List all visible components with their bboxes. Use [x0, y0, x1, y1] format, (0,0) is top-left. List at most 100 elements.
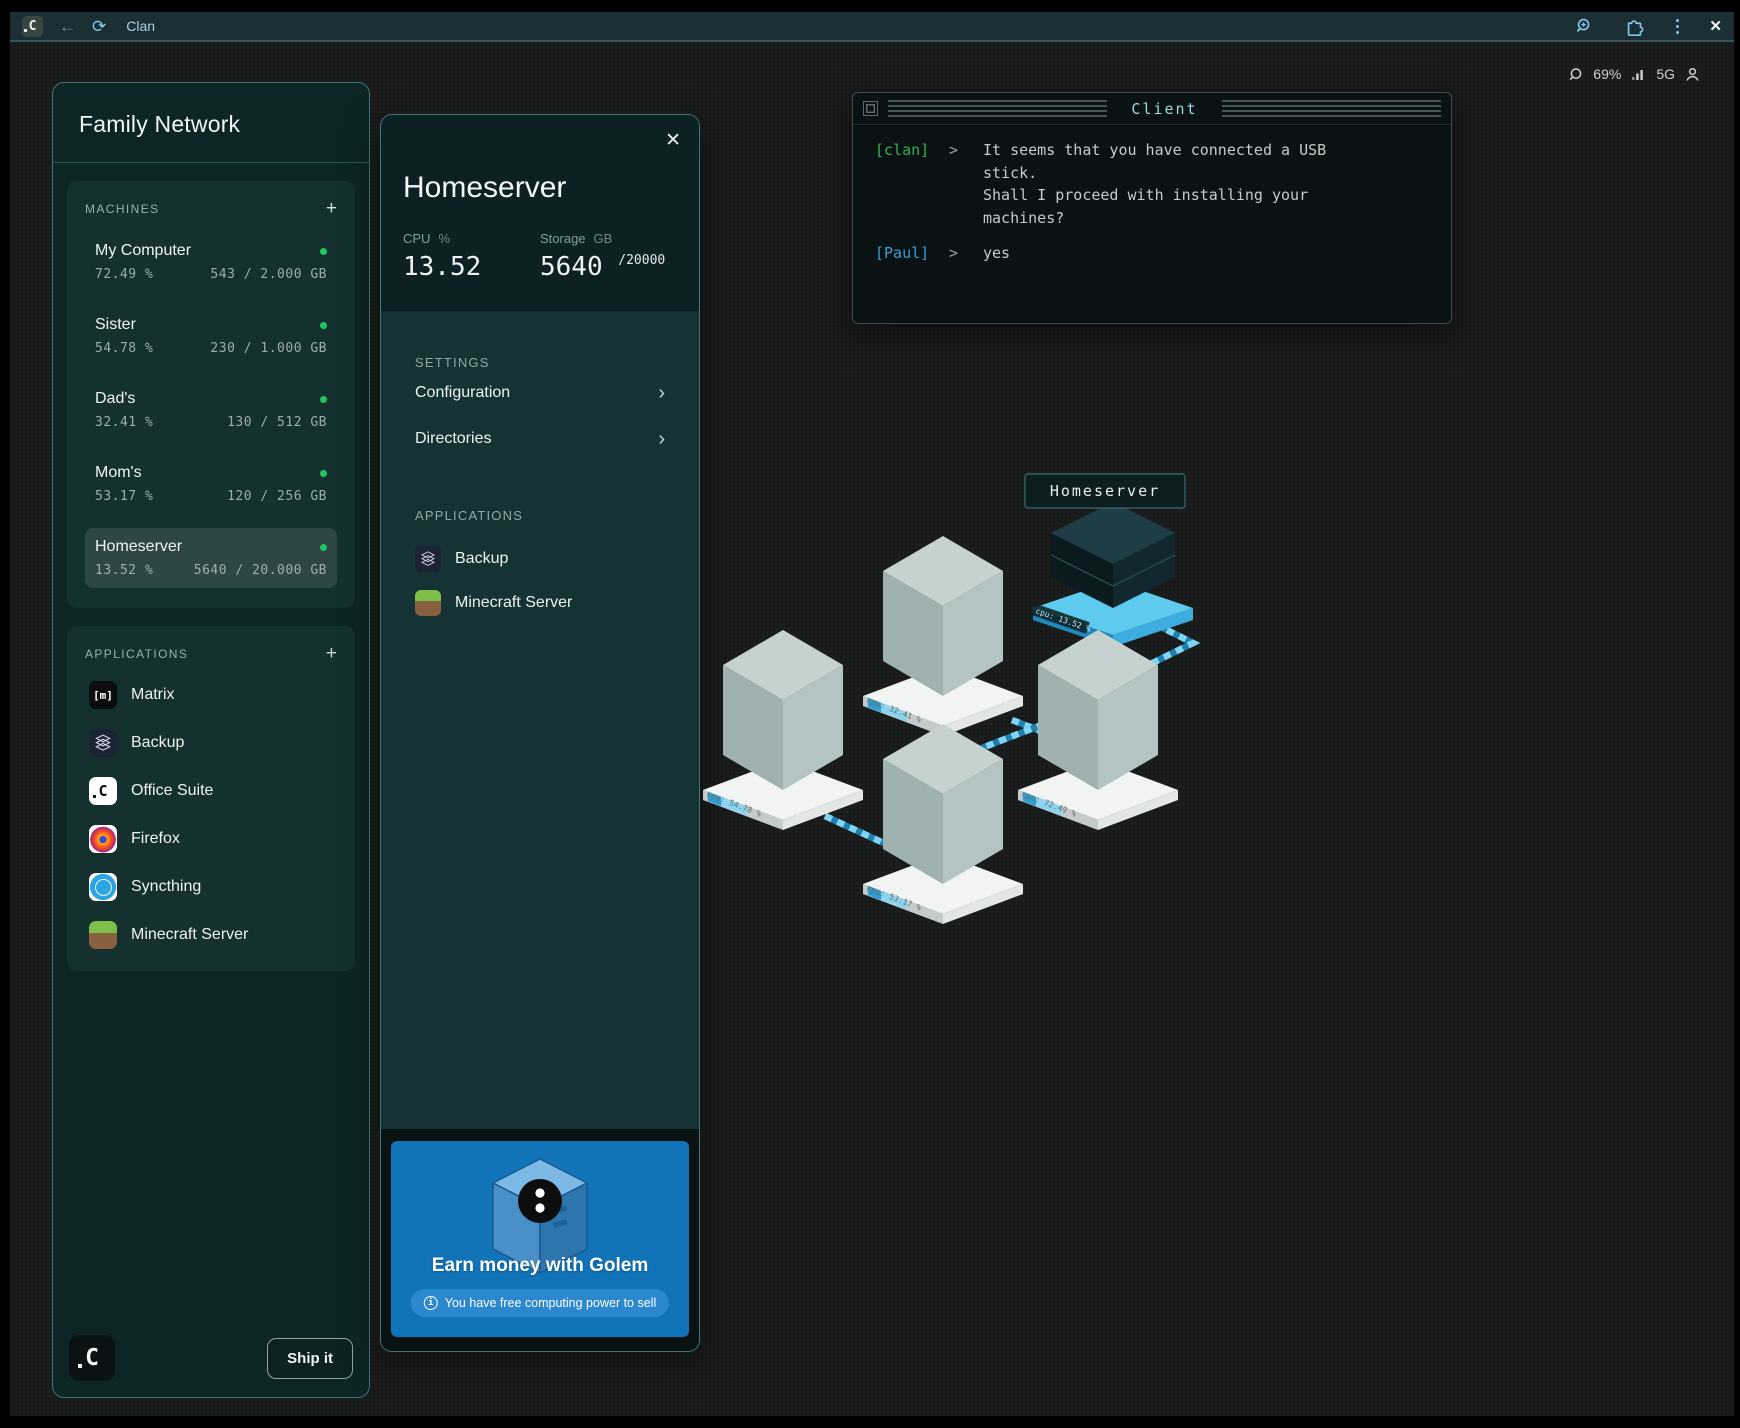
matrix-icon: [m] — [89, 681, 117, 709]
backup-icon — [89, 729, 117, 757]
app-item-minecraft-server[interactable]: Minecraft Server — [85, 919, 337, 951]
machine-storage: 130 / 512 GB — [227, 415, 327, 430]
ad-badge[interactable]: i You have free computing power to sell — [411, 1289, 669, 1317]
machine-cpu: 53.17 % — [95, 489, 153, 504]
back-icon[interactable]: ← — [59, 18, 76, 35]
chevron-right-icon: › — [658, 429, 665, 449]
diagram-node-homeserver[interactable]: cpu: 13.52 % — [1031, 502, 1193, 647]
cpu-unit: % — [438, 231, 450, 246]
terminal-content: [clan] > It seems that you have connecte… — [853, 125, 1451, 292]
detail-applications-header: APPLICATIONS — [415, 508, 665, 523]
backup-icon — [415, 546, 441, 572]
info-icon: i — [424, 1296, 438, 1310]
terminal-message: [Paul] > yes — [875, 242, 1429, 265]
machine-storage: 5640 / 20.000 GB — [194, 563, 327, 578]
homeserver-tooltip: Homeserver — [1025, 474, 1185, 508]
machines-card: MACHINES + My Computer 72.49 %543 / 2.00… — [67, 181, 355, 608]
minecraft-icon — [415, 590, 441, 616]
close-panel-icon[interactable]: ✕ — [665, 129, 681, 152]
app-item-office-suite[interactable]: C Office Suite — [85, 775, 337, 807]
divider — [53, 162, 369, 163]
detail-body: SETTINGS Configuration › Directories › — [381, 310, 699, 1351]
app-label: Backup — [131, 734, 184, 752]
machine-item-moms[interactable]: Mom's 53.17 %120 / 256 GB — [85, 454, 337, 514]
settings-item-configuration[interactable]: Configuration › — [415, 370, 665, 416]
machines-header: MACHINES — [85, 202, 160, 216]
tooltip-label: Homeserver — [1050, 482, 1160, 500]
panel-title: Family Network — [53, 83, 369, 162]
machine-item-dads[interactable]: Dad's 32.41 % 130 / 512 GB — [85, 380, 337, 440]
homeserver-detail-panel: ✕ Homeserver CPU% 13.52 StorageGB 5640 /… — [380, 114, 700, 1352]
machine-name: My Computer — [95, 242, 191, 260]
speaker-clan: [clan] — [875, 139, 937, 229]
client-terminal-window: Client [clan] > It seems that you have c… — [852, 92, 1452, 324]
browser-toolbar: C ← ⟳ Clan ✕ — [10, 12, 1734, 40]
machine-name: Sister — [95, 316, 136, 334]
app-item-backup[interactable]: Backup — [85, 727, 337, 759]
zoom-icon[interactable] — [1575, 17, 1594, 36]
network-diagram: cpu: 13.52 % cpu: 32.41 % — [690, 472, 1250, 972]
clan-logo: C — [69, 1335, 115, 1381]
battery-percent: 69% — [1593, 66, 1621, 82]
ad-container: Earn money with Golem i You have free co… — [381, 1129, 699, 1351]
refresh-icon[interactable]: ⟳ — [92, 18, 106, 35]
machine-name: Mom's — [95, 464, 142, 482]
applications-card: APPLICATIONS + [m] Matrix Backup — [67, 626, 355, 971]
machine-name: Dad's — [95, 390, 135, 408]
online-status-dot — [320, 544, 327, 551]
online-status-dot — [320, 470, 327, 477]
close-window-icon[interactable]: ✕ — [1709, 17, 1722, 35]
diagram-node-moms[interactable]: cpu: 53.17 % — [863, 724, 1023, 924]
firefox-icon — [89, 825, 117, 853]
online-status-dot — [320, 322, 327, 329]
add-machine-button[interactable]: + — [326, 199, 337, 218]
status-indicators: 69% 5G — [1568, 66, 1700, 82]
diagram-node-dads[interactable]: cpu: 32.41 % — [863, 536, 1023, 736]
menu-icon[interactable] — [1676, 19, 1679, 34]
machine-item-sister[interactable]: Sister 54.78 %230 / 1.000 GB — [85, 306, 337, 366]
cpu-label: CPU — [403, 231, 430, 246]
terminal-title: Client — [1117, 100, 1211, 118]
sidebar-footer: C Ship it — [53, 1319, 369, 1397]
battery-icon — [1568, 67, 1583, 82]
speaker-paul: [Paul] — [875, 242, 937, 265]
user-icon — [1685, 67, 1700, 82]
signal-bars-icon — [1631, 67, 1646, 81]
diagram-node-sister[interactable]: cpu: 54.78 % — [703, 630, 863, 830]
detail-header: ✕ Homeserver CPU% 13.52 StorageGB 5640 /… — [381, 115, 699, 310]
app-label: Office Suite — [131, 782, 213, 800]
app-item-syncthing[interactable]: Syncthing — [85, 871, 337, 903]
app-label: Firefox — [131, 830, 180, 848]
app-item-firefox[interactable]: Firefox — [85, 823, 337, 855]
minecraft-icon — [89, 921, 117, 949]
extensions-icon[interactable] — [1624, 15, 1646, 37]
detail-app-backup[interactable]: Backup — [415, 537, 665, 581]
settings-header: SETTINGS — [415, 355, 665, 370]
settings-item-directories[interactable]: Directories › — [415, 416, 665, 462]
titlebar-stripes — [1222, 100, 1441, 117]
detail-app-minecraft-server[interactable]: Minecraft Server — [415, 581, 665, 625]
syncthing-icon — [89, 873, 117, 901]
machine-item-my-computer[interactable]: My Computer 72.49 %543 / 2.000 GB — [85, 232, 337, 292]
machine-cpu: 32.41 % — [95, 415, 153, 430]
machine-name: Homeserver — [95, 538, 182, 556]
app-label: Syncthing — [131, 878, 201, 896]
window-checkbox-icon[interactable] — [863, 101, 878, 116]
network-type: 5G — [1656, 66, 1675, 82]
detail-title: Homeserver — [403, 171, 677, 205]
storage-label: Storage — [540, 231, 586, 246]
cpu-value: 13.52 — [403, 252, 540, 282]
storage-value: 5640 — [540, 252, 603, 282]
app-label: Matrix — [131, 686, 175, 704]
terminal-titlebar[interactable]: Client — [853, 93, 1451, 125]
applications-header: APPLICATIONS — [85, 647, 188, 661]
toolbar-right: ✕ — [1575, 15, 1722, 37]
add-application-button[interactable]: + — [326, 644, 337, 663]
machine-storage: 230 / 1.000 GB — [210, 341, 327, 356]
ad-title: Earn money with Golem — [391, 1255, 689, 1277]
machine-item-homeserver[interactable]: Homeserver 13.52 %5640 / 20.000 GB — [85, 528, 337, 588]
ship-it-button[interactable]: Ship it — [267, 1338, 353, 1379]
online-status-dot — [320, 396, 327, 403]
app-item-matrix[interactable]: [m] Matrix — [85, 679, 337, 711]
golem-ad[interactable]: Earn money with Golem i You have free co… — [391, 1141, 689, 1337]
